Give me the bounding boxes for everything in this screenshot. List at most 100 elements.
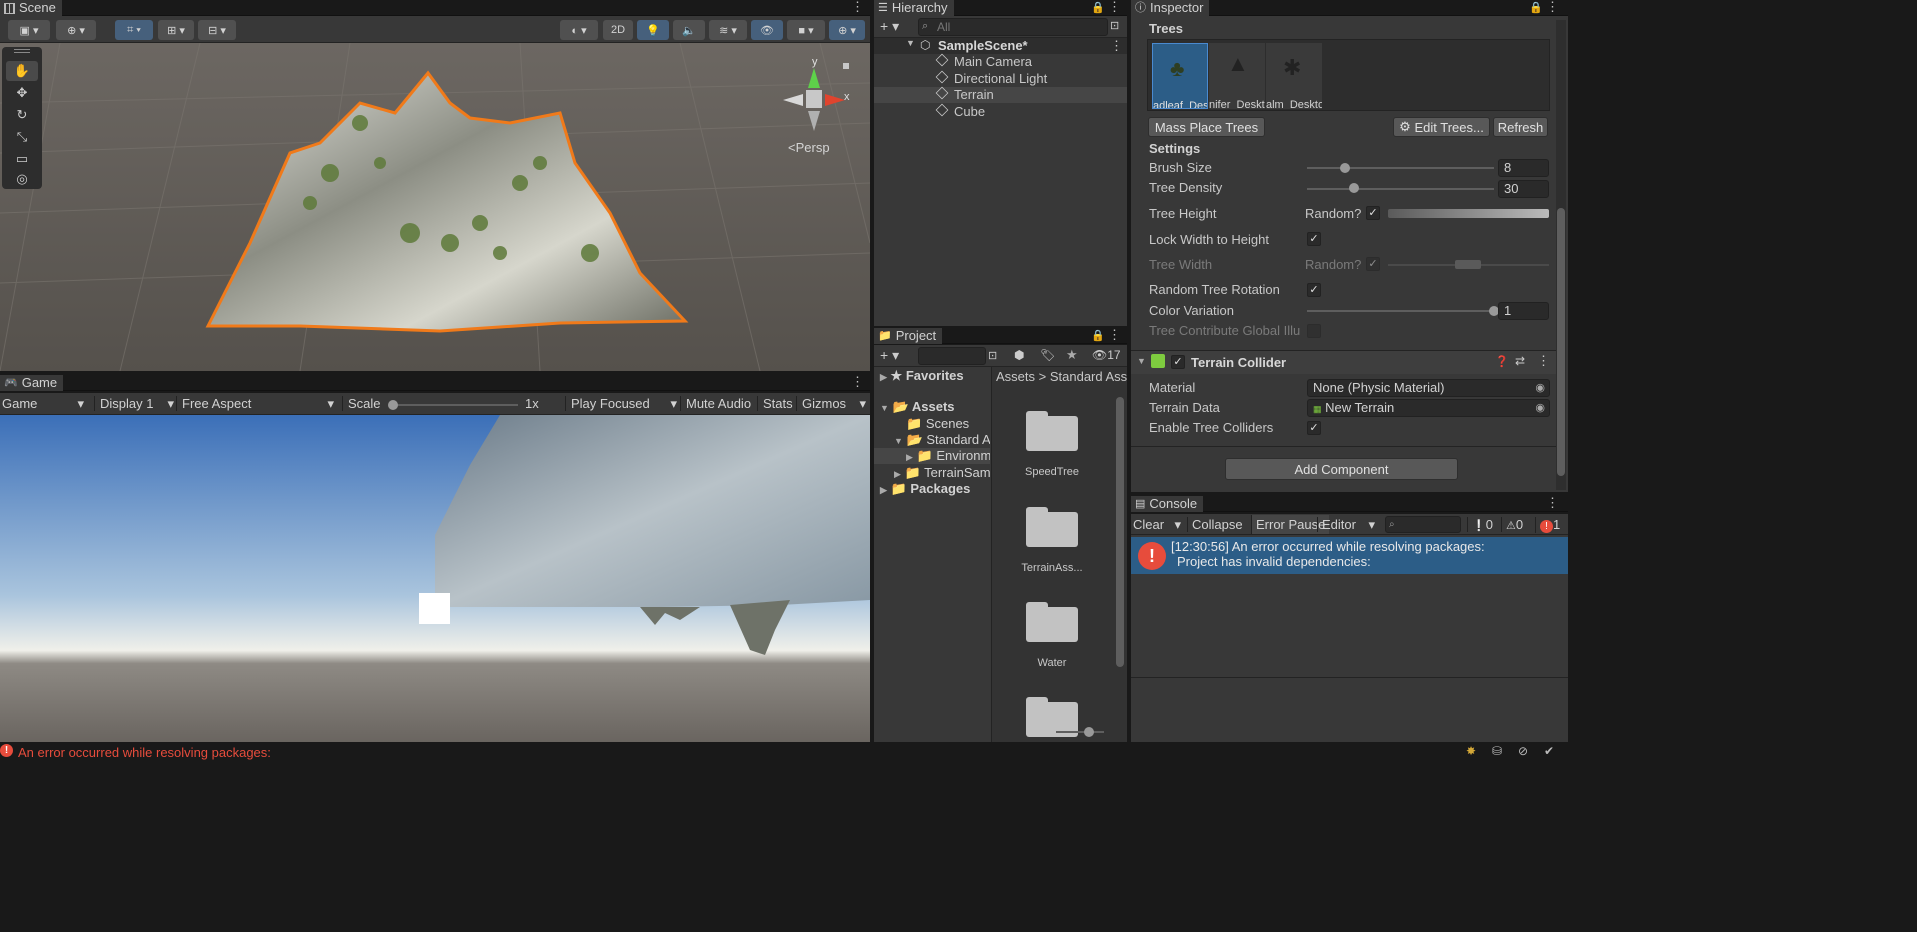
icon-size-knob[interactable] bbox=[1084, 727, 1094, 737]
tree-density-slider[interactable] bbox=[1307, 188, 1494, 190]
tree-density-knob[interactable] bbox=[1348, 183, 1359, 193]
snap-increment-icon[interactable]: ⊞ ▾ bbox=[158, 20, 194, 40]
list-item[interactable]: Main Camera bbox=[874, 53, 1127, 70]
rect-tool-icon[interactable]: ▭ bbox=[6, 149, 38, 169]
material-field[interactable]: None (Physic Material) ◉ bbox=[1307, 379, 1550, 397]
global-icon[interactable]: ⊕ ▾ bbox=[56, 20, 96, 40]
gizmos-icon[interactable]: ⊕ ▾ bbox=[829, 20, 865, 40]
grid-snap-button[interactable]: ⌗ ▾ bbox=[115, 20, 153, 40]
object-picker-icon[interactable]: ◉ bbox=[1535, 380, 1545, 396]
folder-icon[interactable] bbox=[1026, 507, 1078, 547]
move-tool-icon[interactable]: ✥ bbox=[6, 83, 38, 103]
tree-item-assets[interactable]: ▼ 📂 Assets bbox=[880, 399, 955, 415]
tab-game[interactable]: 🎮 Game bbox=[0, 375, 64, 391]
star-icon[interactable]: ★ bbox=[1066, 347, 1078, 363]
color-variation-slider[interactable] bbox=[1307, 310, 1494, 312]
persp-label[interactable]: <Persp bbox=[788, 140, 830, 155]
tab-console[interactable]: ▤ Console bbox=[1131, 496, 1204, 512]
collapse-arrow-icon[interactable]: ▼ bbox=[1137, 356, 1146, 366]
tree-density-field[interactable]: 30 bbox=[1498, 180, 1549, 198]
tree-prototype-conifer[interactable]: ▲ nifer_Deskt bbox=[1209, 43, 1265, 109]
expand-arrow-icon[interactable]: ▼ bbox=[906, 38, 915, 48]
tab-inspector[interactable]: ⓘ Inspector bbox=[1131, 0, 1210, 16]
game-viewport[interactable] bbox=[0, 415, 870, 742]
hierarchy-search-input[interactable]: All bbox=[918, 18, 1108, 36]
collab-icon[interactable]: ✔ bbox=[1544, 744, 1554, 758]
game-mode-dropdown[interactable]: Game ▾ bbox=[2, 396, 86, 411]
scene-row[interactable]: ▼ ⬡ SampleScene* ⋮ bbox=[874, 38, 1127, 54]
list-item[interactable]: Cube bbox=[874, 103, 1127, 120]
brush-size-knob[interactable] bbox=[1339, 163, 1350, 173]
scrollbar[interactable] bbox=[1116, 397, 1124, 667]
tree-item-standard-assets[interactable]: ▼ 📂 Standard Assets bbox=[894, 432, 990, 448]
warning-toggle[interactable]: ⚠0 bbox=[1501, 517, 1523, 532]
tab-project[interactable]: 📁 Project bbox=[874, 328, 943, 344]
transform-tool-icon[interactable]: ◎ bbox=[6, 169, 38, 189]
scene-more-icon[interactable]: ⋮ bbox=[851, 0, 864, 16]
favorites-item[interactable]: ▶ ★ Favorites bbox=[880, 368, 964, 384]
component-more-icon[interactable]: ⋮ bbox=[1537, 353, 1550, 369]
hierarchy-more-icon[interactable]: ⋮ bbox=[1108, 0, 1121, 16]
create-dropdown[interactable]: + ▾ bbox=[880, 347, 899, 364]
contribute-gi-checkbox[interactable] bbox=[1307, 324, 1321, 338]
add-component-button[interactable]: Add Component bbox=[1225, 458, 1458, 480]
inspector-scrollbar[interactable] bbox=[1556, 20, 1566, 490]
play-mode-dropdown[interactable]: Play Focused ▾ bbox=[565, 396, 679, 411]
terrain-collider-header[interactable]: ▼ ✓ Terrain Collider ❓ ⇄ ⋮ bbox=[1131, 351, 1556, 374]
shading-mode-icon[interactable]: ◐ ▾ bbox=[560, 20, 598, 40]
game-more-icon[interactable]: ⋮ bbox=[851, 375, 864, 391]
audio-icon[interactable]: 🔈 bbox=[673, 20, 705, 40]
console-search-input[interactable]: ⌕ bbox=[1385, 516, 1461, 533]
mode-2d-button[interactable]: 2D bbox=[603, 20, 633, 40]
scale-tool-icon[interactable]: ⤡ bbox=[6, 127, 38, 147]
inspector-more-icon[interactable]: ⋮ bbox=[1546, 0, 1559, 16]
tree-prototype-broadleaf[interactable]: ♣ adleaf_Desk bbox=[1152, 43, 1208, 109]
tree-item-environment[interactable]: ▶ 📁 Environment bbox=[906, 448, 990, 464]
project-search-input[interactable] bbox=[918, 347, 986, 365]
folder-icon[interactable] bbox=[1026, 602, 1078, 642]
camera-icon[interactable]: ■ ▾ bbox=[787, 20, 825, 40]
tree-height-random-checkbox[interactable]: ✓ bbox=[1366, 206, 1380, 220]
filter-icon[interactable]: ⬢ bbox=[1014, 348, 1024, 362]
error-toggle[interactable]: ! 1 bbox=[1535, 517, 1560, 533]
mass-place-trees-button[interactable]: Mass Place Trees bbox=[1148, 117, 1265, 137]
folder-label[interactable]: Water bbox=[1012, 657, 1092, 669]
debug-icon[interactable]: ⊘ bbox=[1518, 744, 1528, 758]
tree-item-scenes[interactable]: 📁 Scenes bbox=[906, 416, 969, 432]
enable-tree-colliders-checkbox[interactable]: ✓ bbox=[1307, 421, 1321, 435]
scene-viewport[interactable]: y x <Persp ✋ ✥ ↻ ⤡ ▭ ◎ bbox=[0, 43, 870, 371]
random-rotation-checkbox[interactable]: ✓ bbox=[1307, 283, 1321, 297]
scale-slider-knob[interactable] bbox=[388, 400, 398, 410]
folder-icon[interactable] bbox=[1026, 411, 1078, 451]
editor-dropdown[interactable]: Editor ▾ bbox=[1317, 517, 1377, 532]
console-error-entry[interactable]: ! [12:30:56] An error occurred while res… bbox=[1131, 537, 1568, 574]
status-message[interactable]: An error occurred while resolving packag… bbox=[18, 745, 271, 760]
stats-button[interactable]: Stats bbox=[757, 396, 793, 411]
tree-prototype-palm[interactable]: ✱ alm_Deskto bbox=[1266, 43, 1322, 109]
scene-more-options-icon[interactable]: ⋮ bbox=[1110, 38, 1123, 54]
tab-hierarchy[interactable]: ☰ Hierarchy bbox=[874, 0, 954, 16]
folder-label[interactable]: SpeedTree bbox=[1012, 466, 1092, 478]
lock-icon[interactable]: 🔒 bbox=[1091, 0, 1105, 16]
icon-size-slider[interactable] bbox=[1056, 731, 1104, 733]
mute-audio-button[interactable]: Mute Audio bbox=[680, 396, 751, 411]
display-dropdown[interactable]: Display 1 ▾ bbox=[94, 396, 176, 411]
label-icon[interactable]: 🏷 bbox=[1040, 348, 1055, 362]
hand-tool-icon[interactable]: ✋ bbox=[6, 61, 38, 81]
cache-server-icon[interactable]: ⛁ bbox=[1492, 744, 1502, 758]
lock-icon[interactable]: 🔒 bbox=[1529, 0, 1543, 16]
object-picker-icon[interactable]: ◉ bbox=[1535, 400, 1545, 416]
drag-handle-icon[interactable] bbox=[14, 49, 30, 53]
collider-enabled-checkbox[interactable]: ✓ bbox=[1171, 355, 1185, 369]
collapse-button[interactable]: Collapse bbox=[1187, 517, 1243, 532]
console-more-icon[interactable]: ⋮ bbox=[1546, 496, 1559, 512]
lighting-icon[interactable]: 💡 bbox=[637, 20, 669, 40]
visibility-icon[interactable]: 👁 bbox=[751, 20, 783, 40]
tree-width-random-checkbox[interactable]: ✓ bbox=[1366, 257, 1380, 271]
tree-item-packages[interactable]: ▶ 📁 Packages bbox=[880, 481, 970, 497]
log-toggle[interactable]: ❕0 bbox=[1467, 517, 1493, 532]
breadcrumb-item[interactable]: Assets bbox=[996, 369, 1035, 384]
project-more-icon[interactable]: ⋮ bbox=[1108, 328, 1121, 344]
lock-width-checkbox[interactable]: ✓ bbox=[1307, 232, 1321, 246]
add-dropdown[interactable]: + ▾ bbox=[880, 18, 899, 35]
